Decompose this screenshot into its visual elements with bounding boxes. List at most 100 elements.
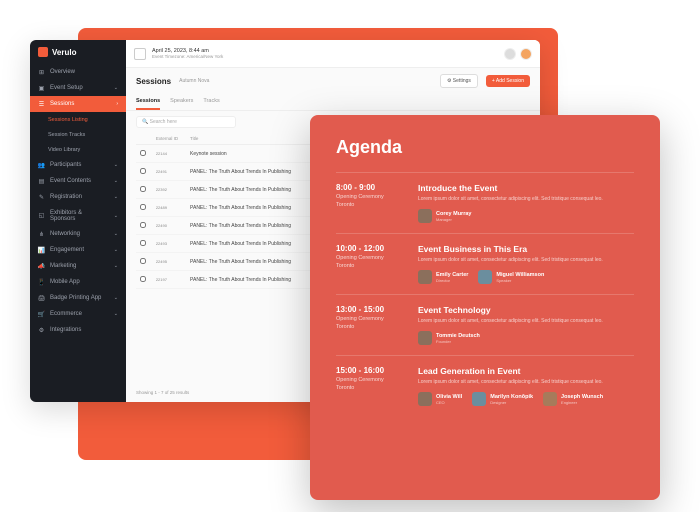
slot-title: Event Business in This Era xyxy=(418,244,634,254)
nav-icon: 🛒 xyxy=(38,311,45,318)
chevron-icon: ⌄ xyxy=(114,247,118,253)
col-header[interactable] xyxy=(136,133,152,145)
sidebar-item-video-library[interactable]: Video Library xyxy=(30,142,126,157)
notification-icon[interactable] xyxy=(504,48,516,60)
agenda-slot: 8:00 - 9:00Opening CeremonyTorontoIntrod… xyxy=(336,172,634,233)
chevron-icon: ⌄ xyxy=(114,295,118,301)
slot-time: 13:00 - 15:00 xyxy=(336,305,402,314)
row-checkbox[interactable] xyxy=(140,240,146,246)
slot-time: 15:00 - 16:00 xyxy=(336,366,402,375)
sidebar-item-event-setup[interactable]: ▣Event Setup⌄ xyxy=(30,80,126,96)
slot-desc: Lorem ipsum dolor sit amet, consectetur … xyxy=(418,196,634,203)
tab-sessions[interactable]: Sessions xyxy=(136,94,160,110)
speaker[interactable]: Joseph WunschEngineer xyxy=(543,392,603,406)
date-display: April 25, 2023, 8:44 am Event Timezone: … xyxy=(152,48,223,59)
chevron-icon: ⌄ xyxy=(114,231,118,237)
sidebar-item-event-contents[interactable]: ▤Event Contents⌄ xyxy=(30,173,126,189)
slot-title: Introduce the Event xyxy=(418,183,634,193)
tab-tracks[interactable]: Tracks xyxy=(203,94,219,110)
slot-label: Opening Ceremony xyxy=(336,316,402,322)
col-header[interactable]: External ID xyxy=(152,133,186,145)
search-input[interactable]: 🔍 Search here xyxy=(136,116,236,128)
row-checkbox[interactable] xyxy=(140,276,146,282)
speaker[interactable]: Olivia WillCEO xyxy=(418,392,462,406)
sessions-header: Sessions Autumn Nova ⚙ Settings + Add Se… xyxy=(126,68,540,94)
agenda-slot: 13:00 - 15:00Opening CeremonyTorontoEven… xyxy=(336,294,634,355)
row-checkbox[interactable] xyxy=(140,258,146,264)
speaker[interactable]: Tommie DeutschFounder xyxy=(418,331,480,345)
nav-icon: 📱 xyxy=(38,279,45,286)
sidebar-item-networking[interactable]: ⋔Networking⌄ xyxy=(30,226,126,242)
slot-time: 8:00 - 9:00 xyxy=(336,183,402,192)
chevron-icon: ⌄ xyxy=(114,263,118,269)
tabs: Sessions Speakers Tracks xyxy=(126,94,540,111)
row-checkbox[interactable] xyxy=(140,222,146,228)
speaker-avatar xyxy=(418,392,432,406)
sidebar-item-badge-printing-app[interactable]: 🖨Badge Printing App⌄ xyxy=(30,290,126,306)
agenda-slot: 10:00 - 12:00Opening CeremonyTorontoEven… xyxy=(336,233,634,294)
chevron-icon: ⌄ xyxy=(114,85,118,91)
sidebar-item-sessions[interactable]: ☰Sessions› xyxy=(30,96,126,112)
chevron-icon: ⌄ xyxy=(114,162,118,168)
row-checkbox[interactable] xyxy=(140,186,146,192)
topbar: April 25, 2023, 8:44 am Event Timezone: … xyxy=(126,40,540,68)
speaker-avatar xyxy=(543,392,557,406)
nav-icon: ◱ xyxy=(38,212,45,219)
nav-icon: ▣ xyxy=(38,85,45,92)
brand[interactable]: Verulo xyxy=(30,40,126,64)
agenda-title: Agenda xyxy=(336,137,634,158)
speaker[interactable]: Emily CarterDirector xyxy=(418,270,468,284)
nav-icon: ✎ xyxy=(38,194,45,201)
sidebar: Verulo ⊞Overview▣Event Setup⌄☰Sessions›S… xyxy=(30,40,126,402)
sidebar-item-session-tracks[interactable]: Session Tracks xyxy=(30,127,126,142)
sidebar-item-participants[interactable]: 👥Participants⌄ xyxy=(30,157,126,173)
nav-icon: 🖨 xyxy=(38,295,45,302)
slot-title: Event Technology xyxy=(418,305,634,315)
nav-icon: ⋔ xyxy=(38,231,45,238)
user-avatar[interactable] xyxy=(520,48,532,60)
page-title: Sessions xyxy=(136,77,171,86)
row-checkbox[interactable] xyxy=(140,168,146,174)
chevron-icon: ⌄ xyxy=(114,311,118,317)
sidebar-item-registration[interactable]: ✎Registration⌄ xyxy=(30,189,126,205)
nav-icon: ▤ xyxy=(38,178,45,185)
slot-desc: Lorem ipsum dolor sit amet, consectetur … xyxy=(418,379,634,386)
chevron-icon: ⌄ xyxy=(114,213,118,219)
sidebar-item-engagement[interactable]: 📊Engagement⌄ xyxy=(30,242,126,258)
tab-speakers[interactable]: Speakers xyxy=(170,94,193,110)
sidebar-item-integrations[interactable]: ⚙Integrations xyxy=(30,322,126,338)
sidebar-item-mobile-app[interactable]: 📱Mobile App xyxy=(30,274,126,290)
agenda-card: Agenda 8:00 - 9:00Opening CeremonyToront… xyxy=(310,115,660,500)
date-sub: Event Timezone: America/New York xyxy=(152,54,223,59)
speaker[interactable]: Miguel WilliamsonSpeaker xyxy=(478,270,544,284)
speaker-avatar xyxy=(418,331,432,345)
settings-button[interactable]: ⚙ Settings xyxy=(440,74,478,88)
add-session-button[interactable]: + Add Session xyxy=(486,75,530,87)
row-checkbox[interactable] xyxy=(140,150,146,156)
brand-name: Verulo xyxy=(52,48,76,57)
page-subtitle: Autumn Nova xyxy=(179,78,209,84)
slot-title: Lead Generation in Event xyxy=(418,366,634,376)
chevron-icon: ⌄ xyxy=(114,178,118,184)
speaker-avatar xyxy=(478,270,492,284)
sidebar-item-overview[interactable]: ⊞Overview xyxy=(30,64,126,80)
sidebar-item-ecommerce[interactable]: 🛒Ecommerce⌄ xyxy=(30,306,126,322)
speaker[interactable]: Marilyn KonôpikDesigner xyxy=(472,392,533,406)
calendar-icon[interactable] xyxy=(134,48,146,60)
brand-icon xyxy=(38,47,48,57)
nav-icon: ⚙ xyxy=(38,327,45,334)
nav-icon: 📊 xyxy=(38,247,45,254)
speaker[interactable]: Corey MurrayManager xyxy=(418,209,471,223)
sidebar-item-exhibitors-&-sponsors[interactable]: ◱Exhibitors & Sponsors⌄ xyxy=(30,205,126,226)
row-checkbox[interactable] xyxy=(140,204,146,210)
col-header[interactable]: Title xyxy=(186,133,309,145)
slot-desc: Lorem ipsum dolor sit amet, consectetur … xyxy=(418,257,634,264)
sidebar-item-marketing[interactable]: 📣Marketing⌄ xyxy=(30,258,126,274)
agenda-slot: 15:00 - 16:00Opening CeremonyTorontoLead… xyxy=(336,355,634,416)
slot-label: Opening Ceremony xyxy=(336,255,402,261)
nav-icon: ☰ xyxy=(38,101,45,108)
nav-icon: 👥 xyxy=(38,162,45,169)
chevron-icon: › xyxy=(116,101,118,107)
speaker-avatar xyxy=(418,209,432,223)
sidebar-item-sessions-listing[interactable]: Sessions Listing xyxy=(30,112,126,127)
